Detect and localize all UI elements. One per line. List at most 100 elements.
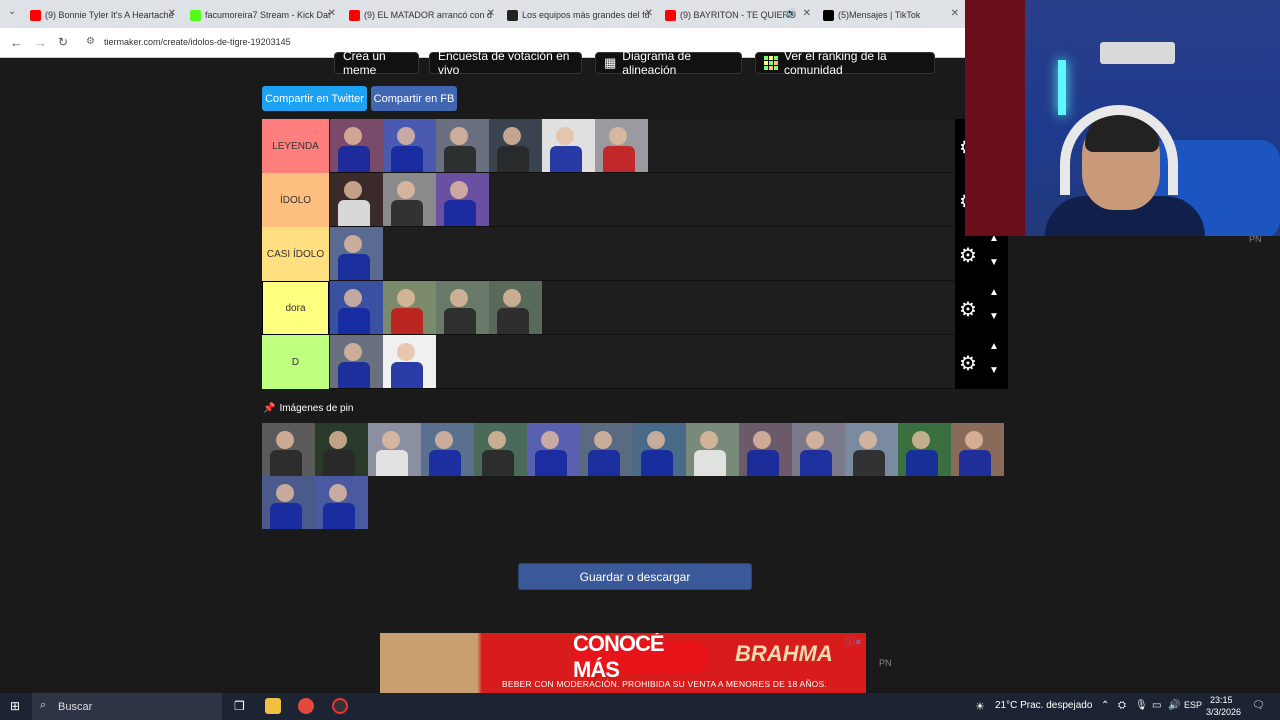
browser-tab-2[interactable]: facumoreira7 Stream - Kick Dat ✕ [190,4,338,26]
player-image[interactable] [436,119,489,172]
pool-image[interactable] [845,423,898,476]
pool-image[interactable] [951,423,1004,476]
chevron-up-icon[interactable]: ▲ [989,287,999,298]
weather-text[interactable]: 21°C Prac. despejado [995,700,1092,711]
pool-image[interactable] [527,423,580,476]
pool-image[interactable] [262,476,315,529]
close-tab-icon[interactable]: ✕ [168,8,176,19]
network-icon[interactable]: ⛭ [1118,700,1126,711]
wifi-icon[interactable]: ▭ [1152,700,1161,711]
player-image[interactable] [330,335,383,388]
task-view-icon[interactable]: ❐ [234,699,245,713]
speaker-icon[interactable]: 🔊 [786,8,797,19]
windows-start-icon[interactable]: ⊞ [10,699,20,713]
pool-image[interactable] [421,423,474,476]
close-tab-icon[interactable]: ✕ [328,8,336,19]
tier-row-dora: dora [262,281,955,335]
player-image[interactable] [330,173,383,226]
gear-icon[interactable]: ⚙ [959,297,977,322]
pool-image[interactable] [792,423,845,476]
player-image[interactable] [436,173,489,226]
player-image[interactable] [383,335,436,388]
tab-bar: ⌄ (9) Bonnie Tyler It's A Heartache ✕ fa… [0,0,965,28]
tier-label-text: dora [285,302,306,314]
close-tab-icon[interactable]: ✕ [951,8,959,19]
meme-button[interactable]: Crea un meme [334,49,419,77]
alignment-button[interactable]: ▦ Diagrama de alineación [595,49,742,77]
tier-label[interactable]: D [262,335,329,389]
chevron-up-icon[interactable]: ▲ [989,341,999,352]
tier-label[interactable]: ÍDOLO [262,173,329,227]
player-image[interactable] [542,119,595,172]
headset [1060,105,1178,195]
player-image[interactable] [330,227,383,280]
reload-icon[interactable]: ↻ [58,35,68,49]
site-info-icon[interactable]: ⚙ [86,36,95,47]
pin-icon: 📌 [263,403,276,414]
browser-tab-6[interactable]: (5)Mensajes | TikTok ✕ [823,4,965,26]
url-field[interactable]: tiermaker.com/create/idolos-de-tigre-192… [104,37,291,47]
ranking-label: Ver el ranking de la comunidad [784,49,887,77]
close-tab-icon[interactable]: ✕ [645,8,653,19]
mic-icon[interactable]: 🎙 [1135,700,1148,711]
player-image[interactable] [383,173,436,226]
pool-image[interactable] [262,423,315,476]
pool-image[interactable] [315,476,368,529]
save-download-button[interactable]: Guardar o descargar [518,563,752,590]
pool-image[interactable] [368,423,421,476]
obs-icon[interactable] [332,698,348,714]
browser-tab-1[interactable]: (9) Bonnie Tyler It's A Heartache ✕ [30,4,178,26]
tab-list-icon[interactable]: ⌄ [8,6,16,17]
browser-tab-5[interactable]: (9) BAYRITON - TE QUIERO 🔊 ✕ [665,4,813,26]
chevron-down-icon[interactable]: ▼ [989,365,999,376]
back-icon[interactable]: ← [10,35,23,50]
clock-date[interactable]: 3/3/2026 [1206,707,1241,717]
ranking-button[interactable]: Ver el ranking de la comunidad [755,49,935,77]
search-icon: ⌕ [40,699,47,711]
player-image[interactable] [330,281,383,334]
share-twitter-button[interactable]: Compartir en Twitter [262,86,367,111]
ad-banner[interactable]: CONOCÉ MÁS BRAHMA BEBER CON MODERACIÓN. … [380,633,866,693]
player-image[interactable] [436,281,489,334]
player-image[interactable] [330,119,383,172]
forward-icon[interactable]: → [34,35,47,50]
share-facebook-button[interactable]: Compartir en FB [371,86,457,111]
notifications-icon[interactable]: 🗨 [1252,700,1265,711]
pn-label: PN [879,658,892,668]
gear-icon[interactable]: ⚙ [959,243,977,268]
close-tab-icon[interactable]: ✕ [487,8,495,19]
tray-expand-icon[interactable]: ⌃ [1101,700,1109,711]
volume-icon[interactable]: 🔊 [1168,700,1180,711]
pool-image[interactable] [580,423,633,476]
pool-image[interactable] [315,423,368,476]
pool-image[interactable] [474,423,527,476]
player-image[interactable] [383,119,436,172]
tier-label[interactable]: CASI ÍDOLO [262,227,329,281]
language-indicator[interactable]: ESP [1184,700,1202,710]
browser-tab-4[interactable]: Los equipos más grandes del fú ✕ [507,4,655,26]
ad-info-icon[interactable]: ⓘ✕ [845,635,862,648]
close-tab-icon[interactable]: ✕ [803,8,811,19]
browser-tab-3[interactable]: (9) EL MATADOR arrancó con d ✕ [349,4,497,26]
poll-button[interactable]: Encuesta de votación en vivo [429,49,582,77]
taskbar-search[interactable]: ⌕ Buscar [32,693,222,720]
chrome-icon[interactable] [298,698,314,714]
file-explorer-icon[interactable] [265,698,281,714]
player-image[interactable] [595,119,648,172]
player-image[interactable] [489,281,542,334]
tier-controls: ⚙ ▲ ▼ [955,281,1008,335]
player-image[interactable] [383,281,436,334]
gear-icon[interactable]: ⚙ [959,351,977,376]
tier-label[interactable]: dora [262,281,329,335]
clock-time[interactable]: 23:15 [1210,695,1233,705]
pool-image[interactable] [686,423,739,476]
pool-image[interactable] [739,423,792,476]
player-image[interactable] [489,119,542,172]
pin-title-text: Imágenes de pin [279,403,354,414]
pool-image[interactable] [633,423,686,476]
tier-label-text: CASI ÍDOLO [266,248,325,260]
pool-image[interactable] [898,423,951,476]
chevron-down-icon[interactable]: ▼ [989,257,999,268]
tier-label[interactable]: LEYENDA [262,119,329,173]
chevron-down-icon[interactable]: ▼ [989,311,999,322]
